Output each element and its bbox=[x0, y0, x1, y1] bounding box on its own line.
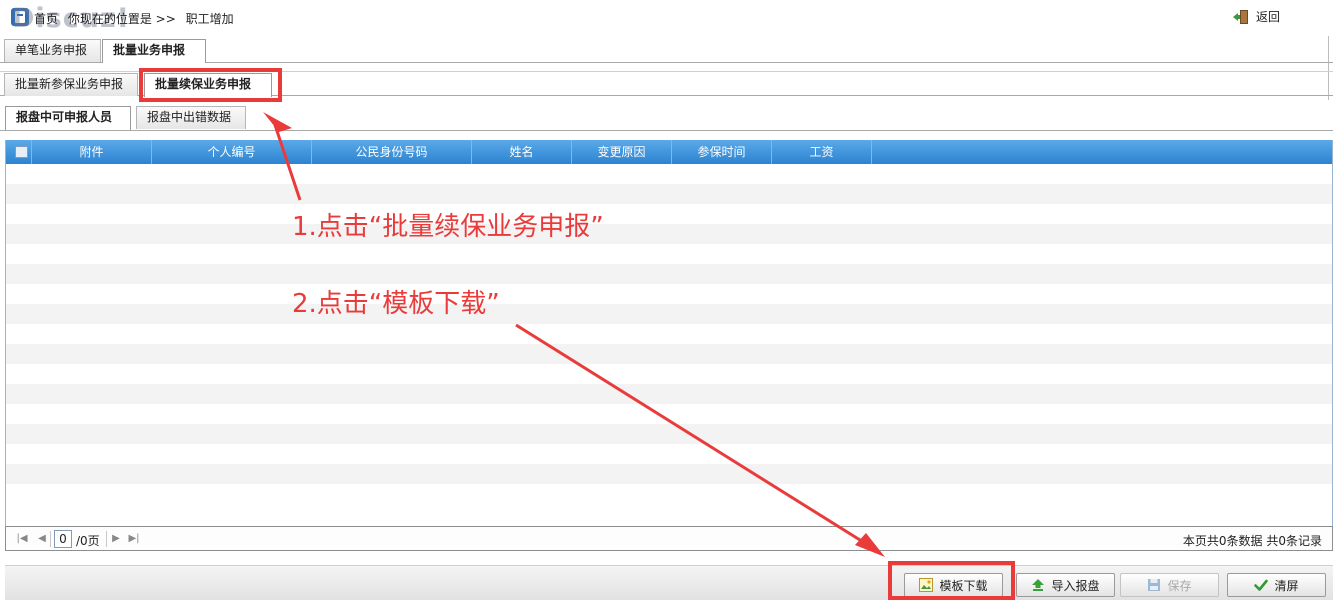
tab-batch-new-insured[interactable]: 批量新参保业务申报 bbox=[4, 73, 138, 96]
save-button[interactable]: 保存 bbox=[1120, 573, 1219, 597]
tab-error-data[interactable]: 报盘中出错数据 bbox=[136, 106, 246, 129]
back-door-icon bbox=[1233, 9, 1248, 24]
empty-grid-row bbox=[6, 164, 1332, 184]
tab-declarable-persons[interactable]: 报盘中可申报人员 bbox=[5, 106, 131, 130]
column-header-salary[interactable]: 工资 bbox=[772, 140, 872, 164]
template-download-label: 模板下载 bbox=[939, 578, 988, 593]
column-header-name[interactable]: 姓名 bbox=[472, 140, 572, 164]
annotation-step-2: 2.点击“模板下载” bbox=[292, 289, 500, 319]
tabbar-business-type: 单笔业务申报 批量业务申报 bbox=[0, 39, 1333, 63]
tab-single-declare[interactable]: 单笔业务申报 bbox=[4, 39, 101, 62]
breadcrumb: 首页 你现在的位置是 >> 职工增加 bbox=[34, 10, 240, 27]
empty-grid-row bbox=[6, 284, 1332, 304]
back-link[interactable]: 返回 bbox=[1232, 8, 1280, 25]
empty-grid-row bbox=[6, 484, 1332, 504]
grid-header: 附件 个人编号 公民身份号码 姓名 变更原因 参保时间 工资 bbox=[6, 140, 1332, 164]
import-disk-label: 导入报盘 bbox=[1051, 578, 1100, 593]
empty-grid-row bbox=[6, 384, 1332, 404]
column-header-insured-date[interactable]: 参保时间 bbox=[672, 140, 772, 164]
breadcrumb-home[interactable]: 首页 bbox=[34, 12, 58, 26]
column-header-attachment[interactable]: 附件 bbox=[32, 140, 152, 164]
upload-icon bbox=[1032, 579, 1045, 591]
empty-grid-row bbox=[6, 184, 1332, 204]
tabbar-disk-data: 报盘中可申报人员 报盘中出错数据 bbox=[0, 106, 1333, 131]
empty-grid-row bbox=[6, 264, 1332, 284]
column-header-citizen-id[interactable]: 公民身份号码 bbox=[312, 140, 472, 164]
import-disk-button[interactable]: 导入报盘 bbox=[1016, 573, 1115, 597]
empty-grid-row bbox=[6, 244, 1332, 264]
save-label: 保存 bbox=[1167, 578, 1192, 593]
pager: |◀ ◀ 0 /0页 ▶ ▶| 本页共0条数据 共0条记录 bbox=[5, 526, 1333, 551]
select-all-checkbox[interactable] bbox=[15, 146, 28, 158]
prev-page-icon[interactable]: ◀ bbox=[36, 533, 48, 545]
breadcrumb-prefix: 你现在的位置是 >> bbox=[67, 12, 176, 26]
template-download-button[interactable]: 模板下载 bbox=[904, 573, 1003, 597]
select-all-cell bbox=[6, 140, 32, 164]
pager-divider bbox=[106, 531, 107, 547]
empty-grid-row bbox=[6, 464, 1332, 484]
checkmark-icon bbox=[1254, 579, 1269, 591]
column-header-change-reason[interactable]: 变更原因 bbox=[572, 140, 672, 164]
empty-grid-row bbox=[6, 364, 1332, 384]
empty-grid-row bbox=[6, 224, 1332, 244]
data-grid: 附件 个人编号 公民身份号码 姓名 变更原因 参保时间 工资 bbox=[5, 140, 1333, 530]
empty-grid-row bbox=[6, 324, 1332, 344]
column-header-person-id[interactable]: 个人编号 bbox=[152, 140, 312, 164]
tabbar-batch-type: 批量新参保业务申报 批量续保业务申报 bbox=[0, 71, 1333, 97]
annotation-step-1: 1.点击“批量续保业务申报” bbox=[292, 212, 604, 242]
action-toolbar: 模板下载 导入报盘 保存 清屏 bbox=[5, 565, 1333, 600]
record-summary: 本页共0条数据 共0条记录 bbox=[1182, 534, 1322, 548]
tab-batch-declare[interactable]: 批量业务申报 bbox=[102, 39, 206, 63]
breadcrumb-current: 职工增加 bbox=[185, 12, 234, 26]
empty-grid-row bbox=[6, 424, 1332, 444]
top-bar: Discuz! 首页 你现在的位置是 >> 职工增加 返回 bbox=[0, 0, 1333, 34]
empty-grid-row bbox=[6, 304, 1332, 324]
tab-batch-renew-insured[interactable]: 批量续保业务申报 bbox=[144, 73, 272, 97]
empty-grid-row bbox=[6, 344, 1332, 364]
first-page-icon[interactable]: |◀ bbox=[16, 533, 28, 545]
grid-body bbox=[6, 164, 1332, 520]
clear-screen-label: 清屏 bbox=[1274, 578, 1299, 593]
empty-grid-row bbox=[6, 204, 1332, 224]
page-number-input[interactable]: 0 bbox=[54, 530, 72, 548]
next-page-icon[interactable]: ▶ bbox=[110, 533, 122, 545]
pager-divider bbox=[50, 531, 51, 547]
app-window: Discuz! 首页 你现在的位置是 >> 职工增加 返回 单笔业务申报 批量业… bbox=[0, 0, 1333, 600]
back-label: 返回 bbox=[1256, 10, 1281, 24]
empty-grid-row bbox=[6, 444, 1332, 464]
total-pages: /0页 bbox=[76, 534, 100, 548]
floppy-disk-icon bbox=[1148, 579, 1161, 591]
empty-grid-row bbox=[6, 404, 1332, 424]
last-page-icon[interactable]: ▶| bbox=[128, 533, 140, 545]
picture-icon bbox=[919, 578, 934, 592]
clear-screen-button[interactable]: 清屏 bbox=[1227, 573, 1326, 597]
